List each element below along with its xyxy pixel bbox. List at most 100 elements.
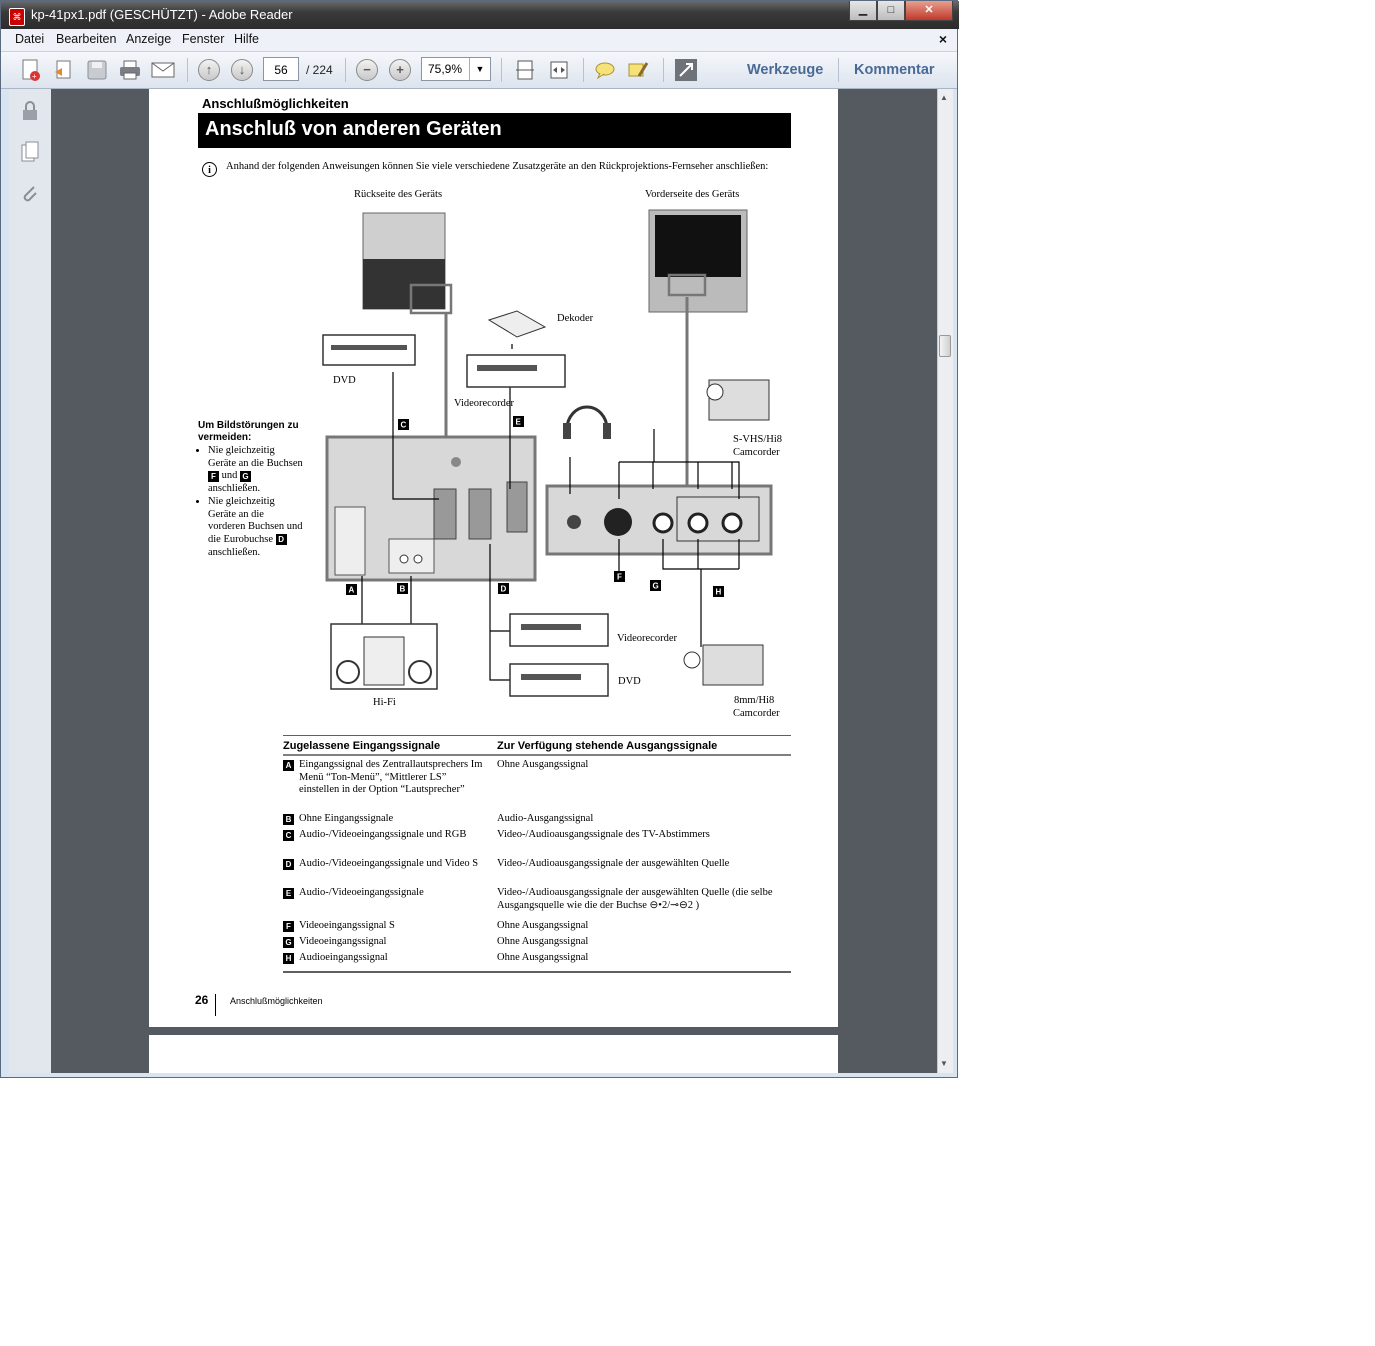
scroll-down-icon[interactable]: ▼ (940, 1059, 948, 1068)
footer-text: Anschlußmöglichkeiten (230, 996, 323, 1006)
zoom-select[interactable]: 75,9% ▼ (421, 57, 491, 81)
document-area[interactable]: Anschlußmöglichkeiten Anschluß von ander… (51, 89, 937, 1073)
window-title: kp-41px1.pdf (GESCHÜTZT) - Adobe Reader (31, 7, 293, 22)
create-pdf-icon[interactable]: + (18, 57, 44, 83)
dvd-bottom-label: DVD (618, 676, 641, 687)
hifi-image (330, 623, 438, 690)
pdf-page: Anschlußmöglichkeiten Anschluß von ander… (149, 89, 838, 1027)
box-f: F (208, 470, 219, 482)
tv-front-image (648, 209, 748, 313)
rear-label: Rückseite des Geräts (354, 189, 443, 200)
box-g: G (240, 470, 251, 482)
dekoder-image (487, 310, 547, 338)
marker-f-label: F (617, 573, 622, 582)
footer-divider (215, 994, 216, 1016)
navigation-pane (9, 89, 52, 1073)
table-row-f-output: Ohne Ausgangssignal (497, 920, 589, 931)
status-strip (1, 1073, 957, 1077)
table-row-d-input: D Audio-/Videoeingangssignale und Video S (283, 858, 483, 871)
menu-hilfe[interactable]: Hilfe (234, 32, 259, 46)
menu-datei[interactable]: Datei (15, 32, 44, 46)
dekoder-label: Dekoder (557, 313, 594, 324)
videorecorder-bottom-label: Videorecorder (617, 633, 678, 644)
videorecorder-bottom-image (509, 613, 609, 647)
tv-rear-image (362, 212, 453, 315)
pdf-app-icon: ⌘ (9, 8, 25, 26)
zoom-out-button[interactable]: − (354, 57, 380, 83)
lock-icon[interactable] (18, 99, 42, 123)
menu-bar: Datei Bearbeiten Anzeige Fenster Hilfe × (1, 29, 957, 52)
8mm-label: 8mm/Hi8 (734, 695, 775, 706)
camcorder-2-label: Camcorder (733, 708, 780, 719)
title-bar: ⌘ kp-41px1.pdf (GESCHÜTZT) - Adobe Reade… (1, 1, 959, 29)
zoom-value: 75,9% (428, 62, 463, 76)
attachment-icon[interactable] (18, 182, 42, 206)
page-number-input[interactable]: 56 (263, 57, 299, 81)
fullscreen-icon[interactable] (673, 57, 699, 83)
previous-page-button[interactable]: ↑ (196, 57, 222, 83)
maximize-button[interactable]: □ (877, 1, 905, 21)
table-row-c-input: C Audio-/Videoeingangssignale und RGB (283, 829, 483, 842)
warning-item-2: Nie gleichzeitig Geräte an die vorderen … (208, 496, 303, 560)
fit-width-icon[interactable] (546, 57, 572, 83)
vertical-scrollbar[interactable]: ▲ ▼ (937, 89, 953, 1073)
table-row-g-output: Ohne Ausgangssignal (497, 936, 589, 947)
scroll-thumb[interactable] (939, 335, 951, 357)
marker-b-label: B (400, 585, 406, 594)
dvd-top-image (322, 334, 416, 366)
print-icon[interactable] (117, 57, 143, 83)
table-row-d-output: Video-/Audioausgangssignale der ausgewäh… (497, 858, 730, 869)
zoom-in-button[interactable]: + (387, 57, 413, 83)
next-pdf-page (149, 1035, 838, 1073)
camcorder-8mm-image (683, 644, 764, 686)
menu-anzeige[interactable]: Anzeige (126, 32, 171, 46)
videorecorder-top-image (466, 354, 566, 388)
warning-note: Um Bildstörungen zu vermeiden: Nie gleic… (198, 420, 303, 559)
table-row-a-output: Ohne Ausgangssignal (497, 759, 589, 770)
comment-icon[interactable] (592, 57, 618, 83)
hifi-label: Hi-Fi (373, 697, 396, 708)
highlight-icon[interactable] (625, 57, 651, 83)
pages-icon[interactable] (18, 140, 42, 164)
table-header-input: Zugelassene Eingangssignale (283, 740, 441, 752)
camcorder-svhs-image (706, 379, 770, 421)
menu-bearbeiten[interactable]: Bearbeiten (56, 32, 116, 46)
front-label: Vorderseite des Geräts (645, 189, 740, 200)
box-d: D (275, 534, 287, 546)
svg-text:+: + (32, 72, 37, 81)
table-row-b-input: B Ohne Eingangssignale (283, 813, 483, 826)
minimize-button[interactable]: ▁ (849, 1, 877, 21)
fit-page-icon[interactable] (512, 57, 538, 83)
marker-a-label: A (349, 586, 355, 595)
table-row-b-output: Audio-Ausgangssignal (497, 813, 594, 824)
page-total: / 224 (306, 63, 333, 77)
table-row-f-input: F Videoeingangssignal S (283, 920, 483, 933)
document-close-button[interactable]: × (939, 31, 947, 47)
table-row-g-input: G Videoeingangssignal (283, 936, 483, 949)
next-page-button[interactable]: ↓ (229, 57, 255, 83)
headphones-image (563, 405, 611, 439)
camcorder-1-label: Camcorder (733, 447, 780, 458)
scroll-up-icon[interactable]: ▲ (940, 93, 948, 102)
save-icon[interactable] (84, 57, 110, 83)
marker-c-label: C (401, 421, 407, 430)
chevron-down-icon[interactable]: ▼ (469, 58, 490, 80)
table-row-e-output: Video-/Audioausgangssignale der ausgewäh… (497, 887, 773, 911)
front-panel (545, 484, 773, 556)
table-row-a-input: A Eingangssignal des Zentrallautsprechers… (283, 759, 483, 797)
marker-g-label: G (653, 582, 659, 591)
werkzeuge-button[interactable]: Werkzeuge (747, 62, 823, 78)
dvd-bottom-image (509, 663, 609, 697)
dvd-top-label: DVD (333, 375, 356, 386)
warning-heading-1: Um Bildstörungen zu (198, 420, 299, 431)
table-row-e-input: E Audio-/Videoeingangssignale (283, 887, 483, 900)
kommentar-button[interactable]: Kommentar (854, 62, 935, 78)
table-row-c-output: Video-/Audioausgangssignale des TV-Absti… (497, 829, 710, 840)
open-icon[interactable] (51, 57, 77, 83)
adobe-reader-window: ⌘ kp-41px1.pdf (GESCHÜTZT) - Adobe Reade… (0, 0, 959, 1078)
table-row-h-input: H Audioeingangssignal (283, 952, 483, 965)
close-button[interactable]: ✕ (905, 1, 953, 21)
table-row-h-output: Ohne Ausgangssignal (497, 952, 589, 963)
email-icon[interactable] (150, 57, 176, 83)
menu-fenster[interactable]: Fenster (182, 32, 224, 46)
